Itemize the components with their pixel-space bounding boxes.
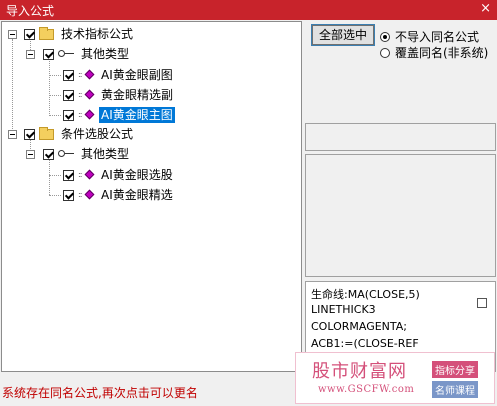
collapse-toggle[interactable] [26, 50, 35, 59]
watermark-tag: 名师课程 [432, 381, 478, 398]
folder-icon [39, 126, 54, 140]
tree-line [49, 95, 61, 96]
formula-icon: :: [78, 69, 96, 81]
formula-icon: :: [78, 169, 96, 181]
item-checkbox[interactable] [63, 189, 74, 201]
group-label: 技术指标公式 [61, 27, 134, 41]
watermark-logo: 股市财富网 www.GSCFW.com 指标分享 名师课程 [295, 352, 495, 404]
code-line: 生命线:MA(CLOSE,5) [311, 288, 420, 301]
tree-line [49, 75, 61, 76]
radio-dot[interactable] [380, 47, 390, 58]
formula-icon: :: [78, 89, 96, 101]
item-label: AI黄金眼副图 [101, 68, 173, 82]
tree-line [49, 58, 50, 114]
group-checkbox[interactable] [24, 28, 35, 40]
tree-line [49, 159, 50, 195]
key-icon [58, 149, 74, 159]
close-icon[interactable]: × [480, 1, 491, 16]
watermark-tag: 指标分享 [432, 361, 478, 378]
radio-label: 覆盖同名(非系统) [395, 46, 489, 60]
tree-line [49, 195, 61, 196]
tree-line [12, 39, 13, 135]
window-title: 导入公式 [6, 4, 55, 18]
radio-label: 不导入同名公式 [395, 30, 480, 44]
code-line: ACB1:=(CLOSE-REF [311, 337, 419, 350]
tree-item[interactable]: :: AI黄金眼精选 [63, 186, 175, 204]
item-checkbox[interactable] [63, 109, 74, 121]
category-label: 其他类型 [81, 147, 130, 161]
formula-icon: :: [78, 189, 96, 201]
key-icon [58, 49, 74, 59]
group-label: 条件选股公式 [61, 127, 134, 141]
radio-dot[interactable] [380, 31, 390, 42]
tree-category-other[interactable]: 其他类型 [43, 145, 131, 163]
item-checkbox[interactable] [63, 69, 74, 81]
item-label: AI黄金眼精选 [101, 188, 173, 202]
tree-item[interactable]: :: AI黄金眼选股 [63, 166, 175, 184]
code-line: LINETHICK3 [311, 303, 376, 316]
tree-item[interactable]: :: AI黄金眼副图 [63, 66, 175, 84]
title-bar: 导入公式 × [0, 0, 497, 20]
collapse-toggle[interactable] [26, 150, 35, 159]
folder-icon [39, 26, 54, 40]
tree-line [49, 175, 61, 176]
tree-group-indicator[interactable]: 技术指标公式 [24, 25, 135, 43]
code-line: COLORMAGENTA; [311, 320, 407, 333]
item-label-selected: AI黄金眼主图 [99, 107, 175, 123]
tree-line [49, 115, 61, 116]
watermark-name: 股市财富网 [312, 361, 407, 382]
category-label: 其他类型 [81, 47, 130, 61]
info-field [305, 123, 496, 151]
radio-no-import[interactable]: 不导入同名公式 [380, 28, 479, 45]
watermark-url: www.GSCFW.com [318, 384, 415, 395]
category-checkbox[interactable] [43, 148, 54, 160]
select-all-button[interactable]: 全部选中 [311, 24, 375, 46]
item-label: 黄金眼精选副 [101, 88, 174, 102]
tree-item[interactable]: :: 黄金眼精选副 [63, 86, 175, 104]
description-box [305, 154, 496, 277]
formula-icon: :: [78, 109, 96, 121]
item-checkbox[interactable] [63, 169, 74, 181]
item-label: AI黄金眼选股 [101, 168, 173, 182]
collapse-toggle[interactable] [8, 30, 17, 39]
code-checkbox[interactable] [477, 298, 487, 308]
radio-overwrite[interactable]: 覆盖同名(非系统) [380, 44, 488, 61]
group-checkbox[interactable] [24, 128, 35, 140]
tree-group-stock-picking[interactable]: 条件选股公式 [24, 125, 135, 143]
tree-category-other[interactable]: 其他类型 [43, 45, 131, 63]
category-checkbox[interactable] [43, 48, 54, 60]
tree-item[interactable]: :: AI黄金眼主图 [63, 106, 175, 124]
formula-tree[interactable]: 技术指标公式 其他类型 :: AI黄金眼副图 :: 黄金眼精选副 :: AI黄金… [1, 21, 302, 372]
item-checkbox[interactable] [63, 89, 74, 101]
status-message: 系统存在同名公式,再次点击可以更名 [2, 386, 198, 400]
collapse-toggle[interactable] [8, 130, 17, 139]
